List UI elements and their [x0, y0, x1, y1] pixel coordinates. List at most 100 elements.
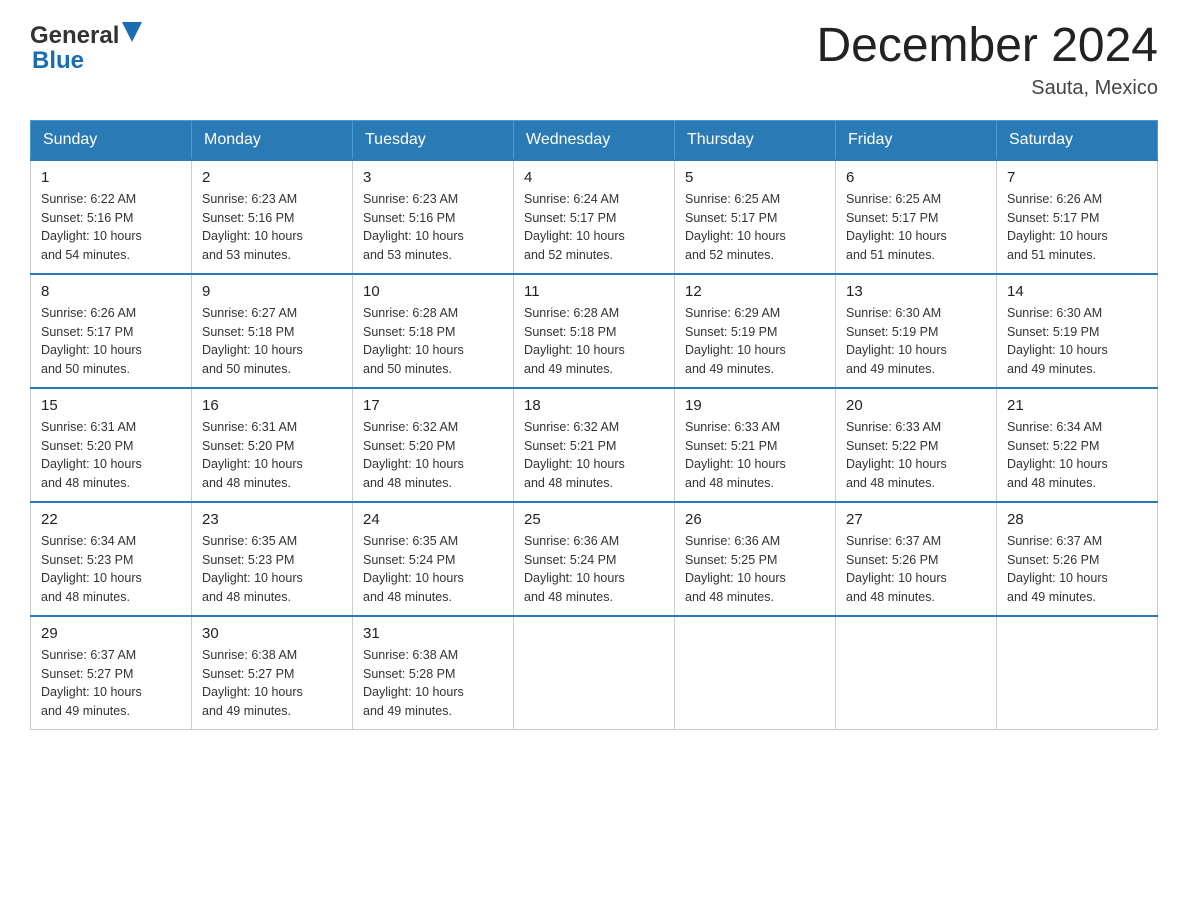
header-monday: Monday: [192, 120, 353, 160]
day-number: 5: [685, 169, 825, 186]
page-subtitle: Sauta, Mexico: [816, 77, 1158, 100]
day-info: Sunrise: 6:25 AMSunset: 5:17 PMDaylight:…: [846, 192, 947, 262]
day-info: Sunrise: 6:23 AMSunset: 5:16 PMDaylight:…: [202, 192, 303, 262]
day-info: Sunrise: 6:34 AMSunset: 5:22 PMDaylight:…: [1007, 420, 1108, 490]
day-number: 21: [1007, 397, 1147, 414]
day-info: Sunrise: 6:32 AMSunset: 5:21 PMDaylight:…: [524, 420, 625, 490]
table-row: 10 Sunrise: 6:28 AMSunset: 5:18 PMDaylig…: [353, 274, 514, 388]
day-number: 8: [41, 283, 181, 300]
day-number: 19: [685, 397, 825, 414]
day-info: Sunrise: 6:22 AMSunset: 5:16 PMDaylight:…: [41, 192, 142, 262]
day-info: Sunrise: 6:37 AMSunset: 5:27 PMDaylight:…: [41, 648, 142, 718]
logo-general-text: General: [30, 22, 119, 50]
day-number: 16: [202, 397, 342, 414]
table-row: 2 Sunrise: 6:23 AMSunset: 5:16 PMDayligh…: [192, 160, 353, 274]
day-number: 1: [41, 169, 181, 186]
table-row: 25 Sunrise: 6:36 AMSunset: 5:24 PMDaylig…: [514, 502, 675, 616]
day-number: 11: [524, 283, 664, 300]
table-row: 3 Sunrise: 6:23 AMSunset: 5:16 PMDayligh…: [353, 160, 514, 274]
day-number: 17: [363, 397, 503, 414]
table-row: 23 Sunrise: 6:35 AMSunset: 5:23 PMDaylig…: [192, 502, 353, 616]
table-row: 26 Sunrise: 6:36 AMSunset: 5:25 PMDaylig…: [675, 502, 836, 616]
day-info: Sunrise: 6:32 AMSunset: 5:20 PMDaylight:…: [363, 420, 464, 490]
day-number: 26: [685, 511, 825, 528]
title-section: December 2024 Sauta, Mexico: [816, 20, 1158, 100]
table-row: 21 Sunrise: 6:34 AMSunset: 5:22 PMDaylig…: [997, 388, 1158, 502]
day-info: Sunrise: 6:38 AMSunset: 5:28 PMDaylight:…: [363, 648, 464, 718]
day-info: Sunrise: 6:37 AMSunset: 5:26 PMDaylight:…: [846, 534, 947, 604]
day-number: 18: [524, 397, 664, 414]
table-row: 31 Sunrise: 6:38 AMSunset: 5:28 PMDaylig…: [353, 616, 514, 730]
day-number: 22: [41, 511, 181, 528]
table-row: 12 Sunrise: 6:29 AMSunset: 5:19 PMDaylig…: [675, 274, 836, 388]
day-info: Sunrise: 6:33 AMSunset: 5:22 PMDaylight:…: [846, 420, 947, 490]
table-row: 4 Sunrise: 6:24 AMSunset: 5:17 PMDayligh…: [514, 160, 675, 274]
calendar-week-row: 22 Sunrise: 6:34 AMSunset: 5:23 PMDaylig…: [31, 502, 1158, 616]
header-friday: Friday: [836, 120, 997, 160]
day-number: 3: [363, 169, 503, 186]
day-info: Sunrise: 6:34 AMSunset: 5:23 PMDaylight:…: [41, 534, 142, 604]
table-row: [675, 616, 836, 730]
calendar-header-row: Sunday Monday Tuesday Wednesday Thursday…: [31, 120, 1158, 160]
header-wednesday: Wednesday: [514, 120, 675, 160]
table-row: 30 Sunrise: 6:38 AMSunset: 5:27 PMDaylig…: [192, 616, 353, 730]
day-info: Sunrise: 6:30 AMSunset: 5:19 PMDaylight:…: [1007, 306, 1108, 376]
day-number: 31: [363, 625, 503, 642]
day-number: 25: [524, 511, 664, 528]
day-info: Sunrise: 6:28 AMSunset: 5:18 PMDaylight:…: [524, 306, 625, 376]
day-number: 27: [846, 511, 986, 528]
day-number: 29: [41, 625, 181, 642]
header-sunday: Sunday: [31, 120, 192, 160]
day-number: 14: [1007, 283, 1147, 300]
day-info: Sunrise: 6:37 AMSunset: 5:26 PMDaylight:…: [1007, 534, 1108, 604]
day-number: 15: [41, 397, 181, 414]
calendar-table: Sunday Monday Tuesday Wednesday Thursday…: [30, 120, 1158, 730]
table-row: 19 Sunrise: 6:33 AMSunset: 5:21 PMDaylig…: [675, 388, 836, 502]
table-row: 8 Sunrise: 6:26 AMSunset: 5:17 PMDayligh…: [31, 274, 192, 388]
header-tuesday: Tuesday: [353, 120, 514, 160]
day-info: Sunrise: 6:27 AMSunset: 5:18 PMDaylight:…: [202, 306, 303, 376]
logo-arrow-icon: [122, 22, 142, 51]
table-row: 11 Sunrise: 6:28 AMSunset: 5:18 PMDaylig…: [514, 274, 675, 388]
day-info: Sunrise: 6:25 AMSunset: 5:17 PMDaylight:…: [685, 192, 786, 262]
day-number: 23: [202, 511, 342, 528]
calendar-week-row: 1 Sunrise: 6:22 AMSunset: 5:16 PMDayligh…: [31, 160, 1158, 274]
logo: General Blue: [30, 20, 142, 75]
logo-blue-text: Blue: [32, 47, 84, 75]
day-number: 28: [1007, 511, 1147, 528]
day-info: Sunrise: 6:28 AMSunset: 5:18 PMDaylight:…: [363, 306, 464, 376]
day-info: Sunrise: 6:30 AMSunset: 5:19 PMDaylight:…: [846, 306, 947, 376]
day-info: Sunrise: 6:33 AMSunset: 5:21 PMDaylight:…: [685, 420, 786, 490]
table-row: 20 Sunrise: 6:33 AMSunset: 5:22 PMDaylig…: [836, 388, 997, 502]
day-number: 30: [202, 625, 342, 642]
table-row: 1 Sunrise: 6:22 AMSunset: 5:16 PMDayligh…: [31, 160, 192, 274]
table-row: 9 Sunrise: 6:27 AMSunset: 5:18 PMDayligh…: [192, 274, 353, 388]
table-row: [997, 616, 1158, 730]
day-info: Sunrise: 6:31 AMSunset: 5:20 PMDaylight:…: [41, 420, 142, 490]
day-info: Sunrise: 6:35 AMSunset: 5:23 PMDaylight:…: [202, 534, 303, 604]
table-row: 7 Sunrise: 6:26 AMSunset: 5:17 PMDayligh…: [997, 160, 1158, 274]
day-number: 2: [202, 169, 342, 186]
calendar-week-row: 8 Sunrise: 6:26 AMSunset: 5:17 PMDayligh…: [31, 274, 1158, 388]
table-row: 14 Sunrise: 6:30 AMSunset: 5:19 PMDaylig…: [997, 274, 1158, 388]
day-info: Sunrise: 6:31 AMSunset: 5:20 PMDaylight:…: [202, 420, 303, 490]
day-number: 7: [1007, 169, 1147, 186]
table-row: [514, 616, 675, 730]
day-number: 4: [524, 169, 664, 186]
day-number: 9: [202, 283, 342, 300]
table-row: 13 Sunrise: 6:30 AMSunset: 5:19 PMDaylig…: [836, 274, 997, 388]
table-row: 24 Sunrise: 6:35 AMSunset: 5:24 PMDaylig…: [353, 502, 514, 616]
day-info: Sunrise: 6:23 AMSunset: 5:16 PMDaylight:…: [363, 192, 464, 262]
table-row: 15 Sunrise: 6:31 AMSunset: 5:20 PMDaylig…: [31, 388, 192, 502]
day-info: Sunrise: 6:36 AMSunset: 5:24 PMDaylight:…: [524, 534, 625, 604]
day-info: Sunrise: 6:38 AMSunset: 5:27 PMDaylight:…: [202, 648, 303, 718]
day-number: 6: [846, 169, 986, 186]
table-row: 16 Sunrise: 6:31 AMSunset: 5:20 PMDaylig…: [192, 388, 353, 502]
day-info: Sunrise: 6:29 AMSunset: 5:19 PMDaylight:…: [685, 306, 786, 376]
header-saturday: Saturday: [997, 120, 1158, 160]
day-info: Sunrise: 6:24 AMSunset: 5:17 PMDaylight:…: [524, 192, 625, 262]
table-row: 18 Sunrise: 6:32 AMSunset: 5:21 PMDaylig…: [514, 388, 675, 502]
page-header: General Blue December 2024 Sauta, Mexico: [30, 20, 1158, 100]
day-number: 24: [363, 511, 503, 528]
table-row: 27 Sunrise: 6:37 AMSunset: 5:26 PMDaylig…: [836, 502, 997, 616]
